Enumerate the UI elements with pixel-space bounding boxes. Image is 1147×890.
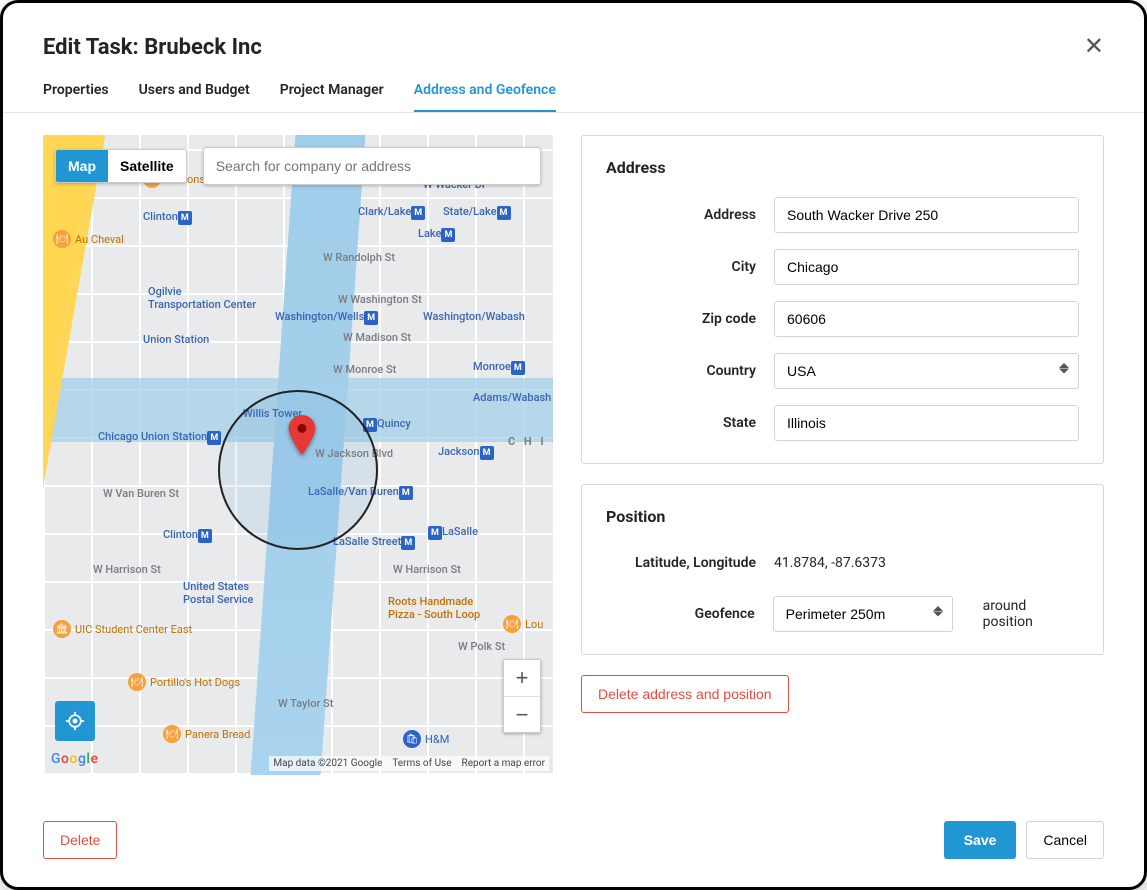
tab-users-budget[interactable]: Users and Budget — [139, 72, 250, 112]
map-label: State/LakeM — [443, 205, 511, 220]
zoom-controls: + − — [503, 659, 541, 733]
map-poi: 🏛UIC Student Center East — [53, 620, 192, 638]
map-label: MLaSalle — [428, 525, 478, 540]
map-toolbar: Map Satellite — [55, 147, 541, 185]
zip-input[interactable] — [774, 301, 1079, 337]
latlng-label: Latitude, Longitude — [606, 555, 756, 571]
footer-actions: Save Cancel — [944, 821, 1104, 859]
map-panel[interactable]: W Wacker Dr ClintonM Clark/LakeM State/L… — [43, 135, 553, 775]
geofence-suffix: around position — [983, 598, 1079, 630]
cancel-button[interactable]: Cancel — [1026, 821, 1104, 859]
zip-label: Zip code — [606, 311, 756, 327]
map-label: MQuincy — [363, 417, 411, 432]
save-button[interactable]: Save — [944, 821, 1017, 859]
address-input[interactable] — [774, 197, 1079, 233]
map-label: Union Station — [143, 333, 209, 346]
map-label: LakeM — [418, 227, 455, 242]
map-search-input[interactable] — [204, 148, 540, 184]
position-card: Position Latitude, Longitude 41.8784, -8… — [581, 484, 1104, 655]
state-input[interactable] — [774, 405, 1079, 441]
zoom-out-button[interactable]: − — [504, 696, 540, 732]
geofence-select[interactable]: Perimeter 250m — [773, 596, 953, 632]
map-label: Chicago Union StationM — [98, 430, 221, 445]
map-marker[interactable] — [288, 415, 316, 455]
map-poi: 🍽Portillo's Hot Dogs — [128, 673, 240, 691]
map-label: W Washington St — [338, 293, 422, 306]
map-poi: 🍽Panera Bread — [163, 725, 251, 743]
map-label: W Harrison St — [93, 563, 161, 576]
delete-address-button[interactable]: Delete address and position — [581, 675, 789, 713]
map-label: Washington/Wabash — [423, 310, 525, 323]
map-label: W Taylor St — [278, 697, 333, 710]
locate-button[interactable] — [55, 701, 95, 741]
map-label: JacksonM — [438, 445, 494, 460]
tab-properties[interactable]: Properties — [43, 72, 109, 112]
address-card: Address Address City Zip code Country — [581, 135, 1104, 464]
state-label: State — [606, 415, 756, 431]
country-select[interactable]: USA — [774, 353, 1079, 389]
map-label: C H I C — [508, 435, 553, 448]
map-label: Roots Handmade Pizza - South Loop — [388, 595, 480, 621]
map-type-satellite-button[interactable]: Satellite — [108, 150, 186, 182]
map-label: Clark/LakeM — [358, 205, 425, 220]
dialog-title: Edit Task: Brubeck Inc — [43, 35, 262, 60]
tab-bar: Properties Users and Budget Project Mana… — [3, 72, 1144, 113]
tab-project-manager[interactable]: Project Manager — [280, 72, 384, 112]
delete-button[interactable]: Delete — [43, 821, 117, 859]
map-label: W Randolph St — [323, 251, 395, 264]
dialog-footer: Delete Save Cancel — [3, 805, 1144, 887]
google-logo: Google — [51, 751, 98, 767]
content-area: W Wacker Dr ClintonM Clark/LakeM State/L… — [3, 113, 1144, 805]
map-label: ClintonM — [163, 528, 212, 543]
map-label: Ogilvie Transportation Center — [148, 285, 256, 311]
close-button[interactable]: ✕ — [1084, 35, 1104, 59]
address-heading: Address — [606, 158, 1079, 177]
right-column: Address Address City Zip code Country — [581, 135, 1104, 805]
map-label: W Van Buren St — [103, 487, 179, 500]
map-label: W Madison St — [343, 331, 411, 344]
map-label: LaSalle StreetM — [333, 535, 415, 550]
map-label: W Polk St — [458, 640, 505, 653]
city-label: City — [606, 259, 756, 275]
map-label: W Harrison St — [393, 563, 461, 576]
geofence-circle[interactable] — [218, 390, 378, 550]
map-type-map-button[interactable]: Map — [56, 150, 108, 182]
map-type-toggle: Map Satellite — [55, 149, 187, 183]
map-label: MonroeM — [473, 360, 525, 375]
map-search — [203, 147, 541, 185]
map-label: United States Postal Service — [183, 580, 253, 606]
map-poi: 🛍H&M — [403, 730, 449, 748]
dialog-edit-task: Edit Task: Brubeck Inc ✕ Properties User… — [0, 0, 1147, 890]
map-label: ClintonM — [143, 210, 192, 225]
map-credits: Map data ©2021 Google Terms of Use Repor… — [269, 756, 549, 771]
address-label: Address — [606, 207, 756, 223]
map-credit-report[interactable]: Report a map error — [462, 758, 545, 769]
map-credit-terms[interactable]: Terms of Use — [392, 758, 451, 769]
map-credit-data: Map data ©2021 Google — [273, 758, 382, 769]
map-label: Washington/WellsM — [275, 310, 378, 325]
geofence-label: Geofence — [606, 606, 755, 622]
city-input[interactable] — [774, 249, 1079, 285]
map-poi: 🍽Au Cheval — [53, 230, 124, 248]
country-label: Country — [606, 363, 756, 379]
map-label: W Monroe St — [333, 363, 396, 376]
crosshair-icon — [65, 711, 85, 731]
latlng-value: 41.8784, -87.6373 — [774, 546, 886, 580]
tab-address-geofence[interactable]: Address and Geofence — [414, 72, 556, 112]
map-label: Adams/Wabash — [473, 391, 551, 404]
map-poi: 🍽Lou — [503, 615, 543, 633]
zoom-in-button[interactable]: + — [504, 660, 540, 696]
dialog-header: Edit Task: Brubeck Inc ✕ — [3, 3, 1144, 72]
position-heading: Position — [606, 507, 1079, 526]
